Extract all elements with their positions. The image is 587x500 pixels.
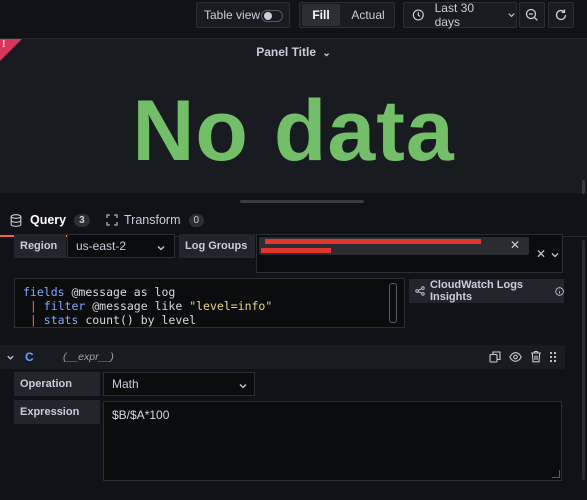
chevron-down-icon: ⌄ xyxy=(322,48,331,59)
tab-transform[interactable]: Transform 0 xyxy=(106,213,205,227)
redacted-log-group xyxy=(261,248,331,253)
operation-value: Math xyxy=(112,377,139,391)
transform-icon xyxy=(106,214,118,226)
time-range-label: Last 30 days xyxy=(434,1,474,29)
tab-transform-count: 0 xyxy=(188,213,205,227)
eye-icon[interactable] xyxy=(509,351,522,363)
tab-transform-label: Transform xyxy=(124,213,181,227)
query-code-editor[interactable]: fields @message as log | filter @message… xyxy=(14,278,405,328)
table-view-label: Table view xyxy=(204,8,261,22)
tab-query-count: 3 xyxy=(74,213,90,227)
panel-scrollbar[interactable] xyxy=(582,180,585,194)
remove-log-group-icon[interactable]: ✕ xyxy=(510,238,520,252)
code-scrollbar[interactable] xyxy=(389,283,397,323)
log-groups-select[interactable]: ✕ ✕ xyxy=(256,234,563,273)
clear-all-icon[interactable]: ✕ xyxy=(536,247,546,261)
table-view-toggle[interactable]: Table view xyxy=(196,2,290,28)
region-value: us-east-2 xyxy=(76,239,127,253)
dashboard-toolbar: Table view Fill Actual Last 30 days xyxy=(0,0,587,30)
tab-query-label: Query xyxy=(30,213,67,227)
query-row-header[interactable]: C (__expr__) xyxy=(0,345,565,369)
editor-scrollbar[interactable] xyxy=(582,240,585,480)
editor-tabs: Query 3 Transform 0 xyxy=(0,205,587,238)
actual-option[interactable]: Actual xyxy=(342,4,394,26)
expression-input[interactable]: $B/$A*100 xyxy=(103,401,562,481)
zoom-out-button[interactable] xyxy=(519,2,545,28)
refresh-icon xyxy=(555,9,567,21)
operation-select[interactable]: Math xyxy=(103,372,255,396)
chevron-down-icon xyxy=(239,384,247,389)
pane-splitter[interactable] xyxy=(240,200,364,203)
zoom-out-icon xyxy=(525,8,538,21)
query-line: | filter @message like "level=info" xyxy=(23,299,273,313)
clock-icon xyxy=(412,9,424,21)
panel-title[interactable]: Panel Title ⌄ xyxy=(0,45,587,59)
query-line: fields @message as log xyxy=(23,285,176,299)
refresh-button[interactable] xyxy=(548,2,574,28)
collapse-chevron-icon[interactable] xyxy=(6,353,15,362)
query-datasource: (__expr__) xyxy=(63,351,114,363)
expression-value: $B/$A*100 xyxy=(112,408,170,422)
drag-handle-icon[interactable] xyxy=(549,351,557,363)
region-label: Region xyxy=(14,234,66,258)
textarea-resize-handle[interactable] xyxy=(552,470,560,478)
expression-label: Expression xyxy=(14,400,100,424)
duplicate-icon[interactable] xyxy=(489,351,501,363)
cloudwatch-insights-link[interactable]: CloudWatch Logs Insights xyxy=(409,279,564,303)
chevron-down-icon xyxy=(551,253,559,258)
query-ref-id[interactable]: C xyxy=(25,350,34,364)
table-view-switch[interactable] xyxy=(261,10,283,22)
panel-title-text: Panel Title xyxy=(256,45,317,59)
panel-preview: ! Panel Title ⌄ No data xyxy=(0,38,587,193)
trash-icon[interactable] xyxy=(530,350,542,363)
database-icon xyxy=(10,213,22,227)
time-range-picker[interactable]: Last 30 days xyxy=(403,1,517,29)
log-groups-label: Log Groups xyxy=(179,234,255,258)
query-line: | stats count() by level xyxy=(23,313,197,327)
no-data-message: No data xyxy=(132,83,455,179)
region-select[interactable]: us-east-2 xyxy=(67,234,175,258)
redacted-log-group xyxy=(265,239,481,244)
tab-query[interactable]: Query 3 xyxy=(10,213,90,227)
fill-option[interactable]: Fill xyxy=(302,4,340,26)
operation-label: Operation xyxy=(14,372,100,396)
insights-link-label: CloudWatch Logs Insights xyxy=(429,279,524,303)
fill-actual-segmented: Fill Actual xyxy=(299,2,395,28)
chevron-down-icon xyxy=(157,246,165,251)
info-icon xyxy=(555,286,564,296)
chevron-down-icon xyxy=(508,13,515,18)
share-icon xyxy=(415,286,425,296)
